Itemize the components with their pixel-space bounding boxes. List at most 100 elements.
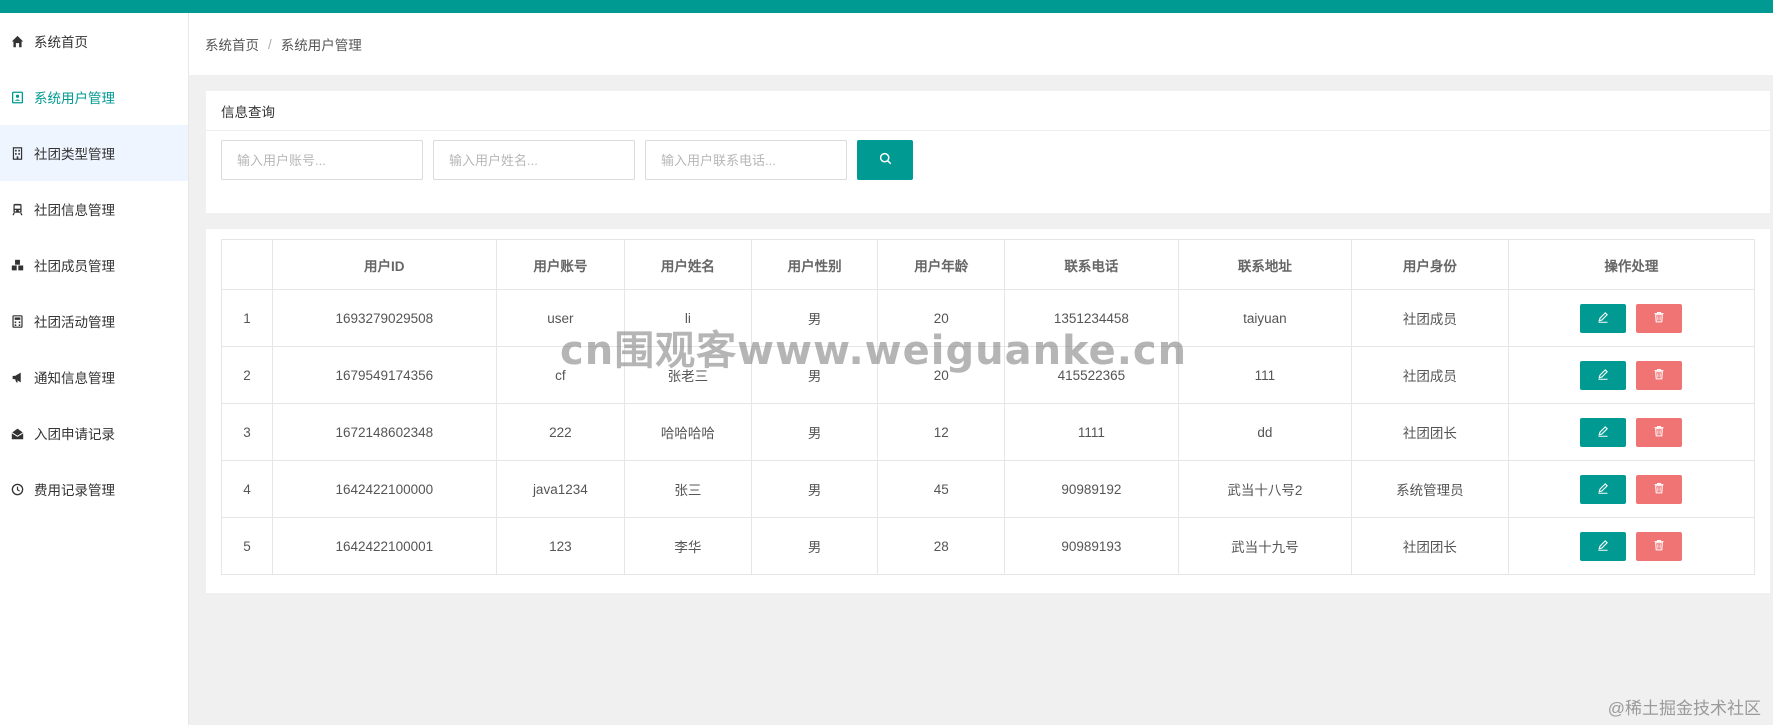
cell-user-id: 1642422100000 — [272, 460, 497, 518]
search-icon — [879, 152, 892, 168]
column-header-address: 联系地址 — [1177, 239, 1353, 290]
cell-actions — [1507, 517, 1756, 575]
top-bar — [0, 0, 1773, 13]
cell-address: dd — [1177, 403, 1353, 461]
cell-phone: 90989193 — [1004, 517, 1179, 575]
cell-age: 45 — [877, 460, 1006, 518]
cell-name: 张老三 — [624, 346, 752, 404]
search-panel: 信息查询 — [206, 91, 1770, 213]
sidebar-item-label: 社团类型管理 — [34, 147, 115, 162]
bullhorn-icon — [10, 370, 24, 384]
user-card-icon — [10, 90, 24, 104]
user-table: 用户ID 用户账号 用户姓名 用户性别 用户年龄 联系电话 联系地址 用户身份 … — [221, 239, 1756, 575]
sidebar-item-club-types[interactable]: 社团类型管理 — [0, 125, 188, 181]
cell-age: 28 — [877, 517, 1006, 575]
phone-search-input[interactable] — [645, 140, 847, 180]
sidebar-item-club-members[interactable]: 社团成员管理 — [0, 237, 188, 293]
trash-icon — [1653, 482, 1665, 497]
cell-age: 12 — [877, 403, 1006, 461]
cell-index: 3 — [221, 403, 273, 461]
breadcrumb-home[interactable]: 系统首页 — [205, 34, 259, 54]
cell-index: 2 — [221, 346, 273, 404]
sidebar-item-label: 系统用户管理 — [34, 91, 115, 106]
edit-button[interactable] — [1580, 531, 1627, 561]
cell-name: li — [624, 289, 752, 347]
search-button[interactable] — [857, 140, 913, 180]
cell-actions — [1507, 346, 1756, 404]
cell-phone: 415522365 — [1004, 346, 1179, 404]
breadcrumb: 系统首页 / 系统用户管理 — [189, 13, 1773, 75]
cell-user-id: 1679549174356 — [272, 346, 497, 404]
table-row: 4 1642422100000 java1234 张三 男 45 9098919… — [221, 460, 1756, 518]
sidebar-item-notices[interactable]: 通知信息管理 — [0, 349, 188, 405]
edit-button[interactable] — [1580, 360, 1627, 390]
cell-name: 张三 — [624, 460, 752, 518]
cell-index: 4 — [221, 460, 273, 518]
pencil-icon — [1597, 368, 1609, 383]
name-search-input[interactable] — [433, 140, 635, 180]
pencil-icon — [1597, 425, 1609, 440]
envelope-open-icon — [10, 426, 24, 440]
edit-button[interactable] — [1580, 474, 1627, 504]
sidebar-item-join-applications[interactable]: 入团申请记录 — [0, 405, 188, 461]
account-search-input[interactable] — [221, 140, 423, 180]
cell-role: 系统管理员 — [1351, 460, 1509, 518]
calculator-icon — [10, 314, 24, 328]
cell-gender: 男 — [750, 346, 879, 404]
sidebar-item-home[interactable]: 系统首页 — [0, 13, 188, 69]
sidebar-item-system-users[interactable]: 系统用户管理 — [0, 69, 188, 125]
cell-name: 李华 — [624, 517, 752, 575]
delete-button[interactable] — [1636, 360, 1683, 390]
main-content: 系统首页 / 系统用户管理 信息查询 用户ID 用户账号 用户姓名 — [189, 13, 1773, 725]
column-header-age: 用户年龄 — [877, 239, 1006, 290]
building-icon — [10, 146, 24, 160]
cell-account: java1234 — [495, 460, 626, 518]
sidebar-item-label: 社团活动管理 — [34, 315, 115, 330]
sidebar-item-club-activities[interactable]: 社团活动管理 — [0, 293, 188, 349]
column-header-role: 用户身份 — [1351, 239, 1509, 290]
edit-button[interactable] — [1580, 303, 1627, 333]
delete-button[interactable] — [1636, 417, 1683, 447]
delete-button[interactable] — [1636, 474, 1683, 504]
cell-gender: 男 — [750, 289, 879, 347]
trash-icon — [1653, 368, 1665, 383]
sidebar-item-label: 系统首页 — [34, 35, 88, 50]
delete-button[interactable] — [1636, 303, 1683, 333]
cell-actions — [1507, 403, 1756, 461]
train-icon — [10, 202, 24, 216]
cell-account: 222 — [495, 403, 626, 461]
sidebar-item-label: 社团成员管理 — [34, 259, 115, 274]
trash-icon — [1653, 425, 1665, 440]
sidebar-item-label: 通知信息管理 — [34, 371, 115, 386]
pencil-icon — [1597, 539, 1609, 554]
cell-name: 哈哈哈哈 — [624, 403, 752, 461]
table-header-row: 用户ID 用户账号 用户姓名 用户性别 用户年龄 联系电话 联系地址 用户身份 … — [221, 239, 1756, 290]
sidebar-item-club-info[interactable]: 社团信息管理 — [0, 181, 188, 237]
cell-gender: 男 — [750, 403, 879, 461]
cell-address: 武当十九号 — [1177, 517, 1353, 575]
cell-account: cf — [495, 346, 626, 404]
column-header-user-id: 用户ID — [272, 239, 497, 290]
cell-gender: 男 — [750, 517, 879, 575]
breadcrumb-separator: / — [268, 36, 272, 52]
home-icon — [10, 34, 24, 48]
cell-actions — [1507, 460, 1756, 518]
pencil-icon — [1597, 311, 1609, 326]
sidebar-item-fee-records[interactable]: 费用记录管理 — [0, 461, 188, 517]
column-header-phone: 联系电话 — [1004, 239, 1179, 290]
column-header-gender: 用户性别 — [750, 239, 879, 290]
cell-role: 社团成员 — [1351, 346, 1509, 404]
cell-index: 5 — [221, 517, 273, 575]
cell-phone: 1351234458 — [1004, 289, 1179, 347]
cell-actions — [1507, 289, 1756, 347]
delete-button[interactable] — [1636, 531, 1683, 561]
column-header-name: 用户姓名 — [624, 239, 752, 290]
cell-account: 123 — [495, 517, 626, 575]
edit-button[interactable] — [1580, 417, 1627, 447]
sidebar-item-label: 社团信息管理 — [34, 203, 115, 218]
cell-age: 20 — [877, 346, 1006, 404]
cell-account: user — [495, 289, 626, 347]
cell-role: 社团团长 — [1351, 517, 1509, 575]
cell-role: 社团团长 — [1351, 403, 1509, 461]
sidebar-item-label: 入团申请记录 — [34, 427, 115, 442]
